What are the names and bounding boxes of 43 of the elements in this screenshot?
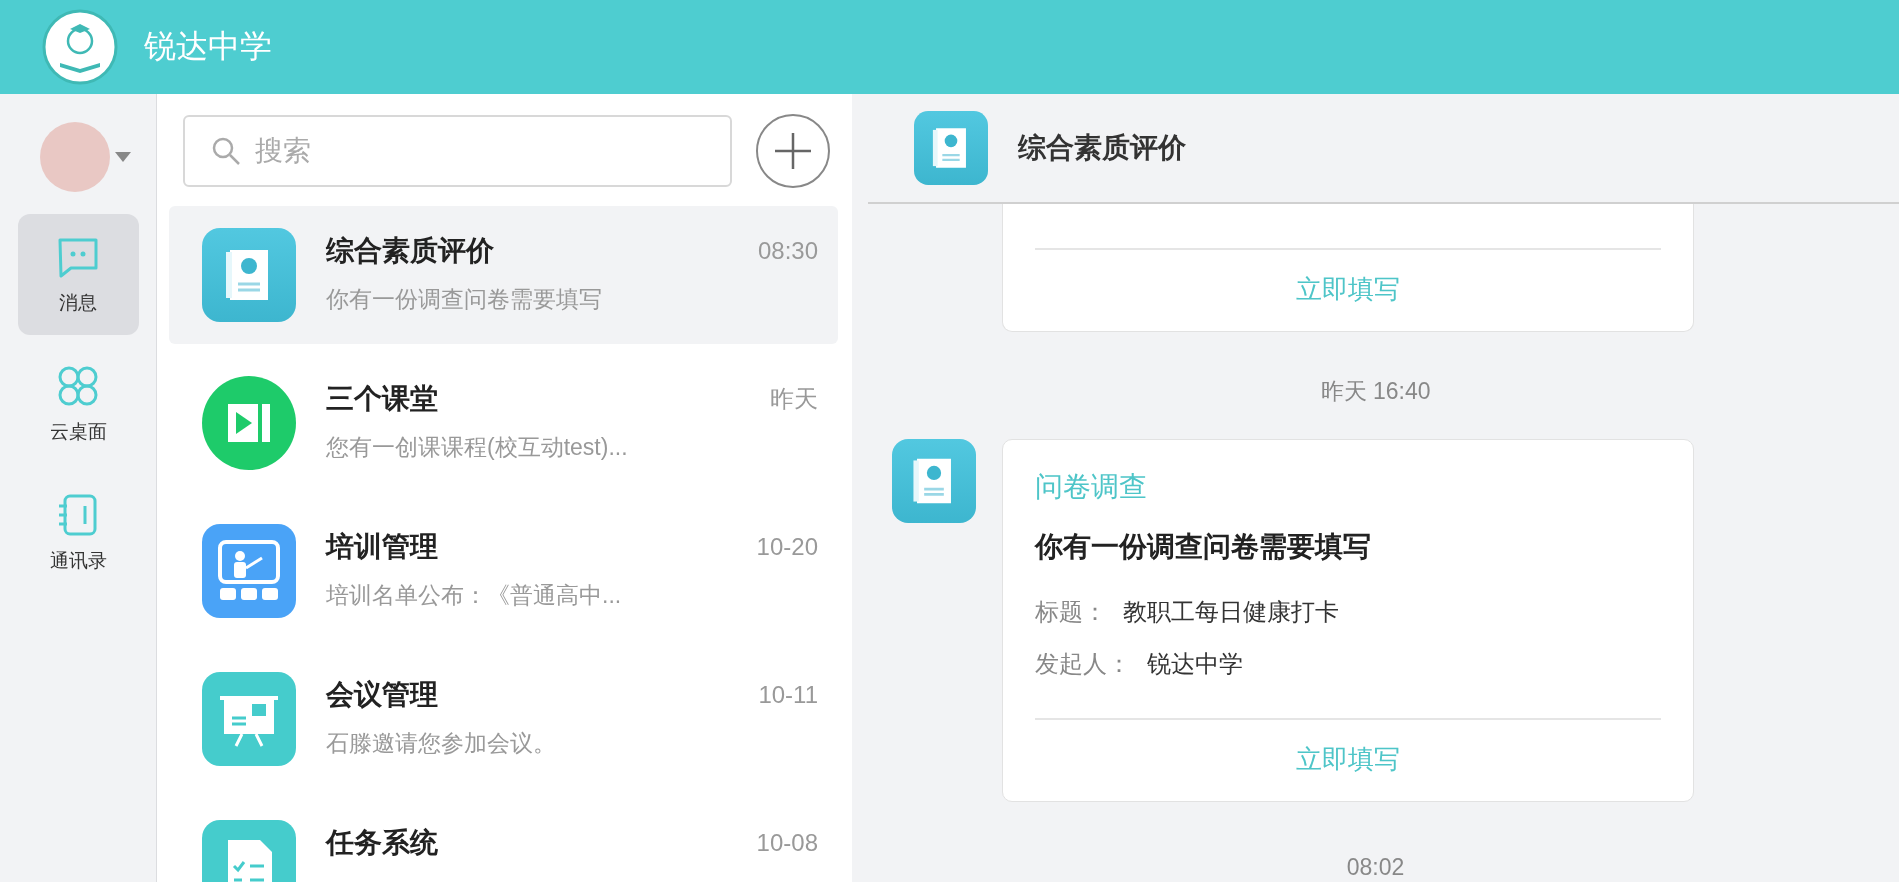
chat-title: 综合素质评价 xyxy=(1018,131,1186,165)
conversation-item[interactable]: 任务系统 10-08 xyxy=(169,798,838,882)
teacher-icon xyxy=(202,524,296,618)
nav-tab[interactable]: 通讯录 xyxy=(17,472,139,593)
message-preview: 石滕邀请您参加会议。 xyxy=(326,729,557,758)
message-preview: 您有一创课课程(校互动test)... xyxy=(326,433,629,462)
conversation-item[interactable]: 三个课堂 昨天 您有一创课课程(校互动test)... xyxy=(169,354,838,492)
conversation-time: 10-11 xyxy=(758,681,818,709)
field-value: 锐达中学 xyxy=(1147,649,1243,679)
conversation-item[interactable]: 培训管理 10-20 培训名单公布：《普通高中... xyxy=(169,502,838,640)
document-icon xyxy=(202,228,296,322)
timestamp: 08:02 xyxy=(1346,854,1405,881)
caret-icon[interactable] xyxy=(114,151,132,163)
field-label: 发起人： xyxy=(1035,649,1131,679)
conversation-name: 任务系统 xyxy=(326,826,438,860)
search-field[interactable]: 搜索 xyxy=(183,115,732,187)
message-preview: 你有一份调查问卷需要填写 xyxy=(326,285,603,314)
document-icon xyxy=(914,111,988,185)
conversation-name: 综合素质评价 xyxy=(326,234,494,268)
nav-tab[interactable]: 云桌面 xyxy=(17,343,139,464)
conversation-item[interactable]: 综合素质评价 08:30 你有一份调查问卷需要填写 xyxy=(169,206,838,344)
conversation-name: 培训管理 xyxy=(326,530,438,564)
conversation-name: 三个课堂 xyxy=(326,382,438,416)
app-title: 锐达中学 xyxy=(144,27,272,66)
logo-icon xyxy=(42,9,118,85)
plus-icon xyxy=(773,131,813,171)
conversation-time: 08:30 xyxy=(757,237,818,265)
conversation-time: 10-20 xyxy=(756,533,818,561)
conversation-item[interactable]: 会议管理 10-11 石滕邀请您参加会议。 xyxy=(169,650,838,788)
timestamp: 昨天 16:40 xyxy=(1320,377,1431,406)
conversation-time: 昨天 xyxy=(770,384,818,414)
card-heading: 你有一份调查问卷需要填写 xyxy=(1035,530,1372,564)
document-icon xyxy=(892,439,976,523)
nav-tab[interactable]: 消息 xyxy=(17,214,139,335)
field-value: 教职工每日健康打卡 xyxy=(1123,597,1339,627)
conversation-time: 10-08 xyxy=(756,829,818,857)
message-preview: 培训名单公布：《普通高中... xyxy=(326,581,623,610)
search-icon xyxy=(211,136,241,166)
conversation-name: 会议管理 xyxy=(326,678,438,712)
presentation-icon xyxy=(202,672,296,766)
card-category: 问卷调查 xyxy=(1035,470,1148,504)
play-icon xyxy=(202,376,296,470)
field-label: 标题： xyxy=(1035,597,1107,627)
